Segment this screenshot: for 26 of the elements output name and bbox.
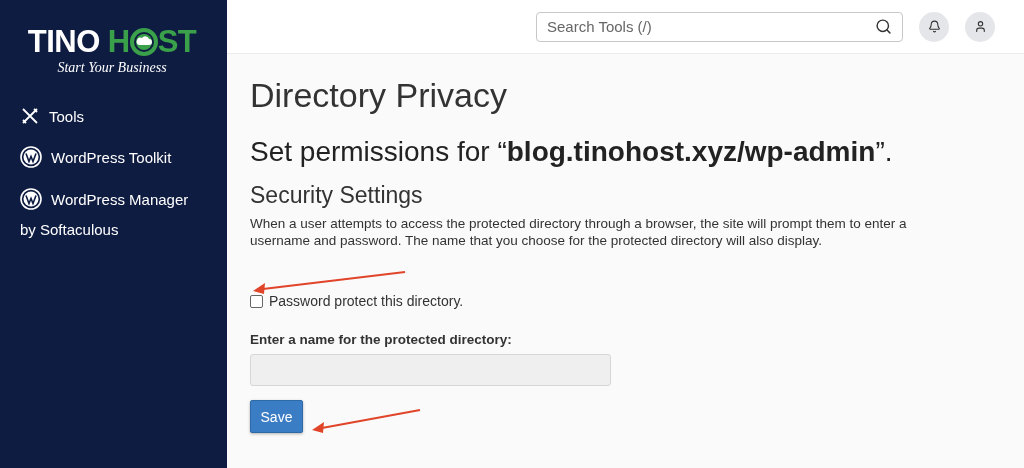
search-icon: [875, 18, 892, 35]
user-icon: [973, 20, 987, 33]
bell-icon: [927, 20, 941, 33]
user-button[interactable]: [965, 11, 995, 42]
logo-text: H: [107, 26, 130, 58]
checkbox[interactable]: [250, 294, 263, 308]
section-title: Security Settings: [250, 182, 424, 209]
logo-text: TINO: [27, 26, 100, 58]
search-field[interactable]: Search Tools (/): [536, 11, 903, 42]
sidebar-item-subtitle[interactable]: by Softaculous: [20, 221, 227, 238]
tools-icon: [20, 106, 40, 126]
checkbox-label[interactable]: Password protect this directory.: [269, 293, 464, 309]
cloud-logo-icon: [129, 28, 158, 56]
wordpress-icon: [20, 188, 42, 210]
field-label: Enter a name for the protected directory:: [250, 332, 513, 347]
sidebar-item[interactable]: WordPress Toolkit: [20, 146, 227, 168]
description-text: When a user attempts to access the protected directory through a browser, the site will prompt them to enter a username and password. The name that you choose for the protected directory will also display.: [250, 215, 908, 249]
save-button[interactable]: Save: [250, 400, 303, 433]
logo-tagline: Start Your Business: [57, 60, 167, 76]
wordpress-icon: [20, 146, 42, 168]
logo-text: ST: [157, 26, 197, 58]
sidebar-item[interactable]: Tools: [20, 106, 227, 126]
sidebar-item[interactable]: WordPress Manager: [20, 188, 227, 210]
page-subtitle: Set permissions for “blog.tinohost.xyz/wp-admin”.: [250, 136, 894, 168]
notifications-button[interactable]: [919, 11, 949, 42]
page-title: Directory Privacy: [250, 76, 508, 115]
